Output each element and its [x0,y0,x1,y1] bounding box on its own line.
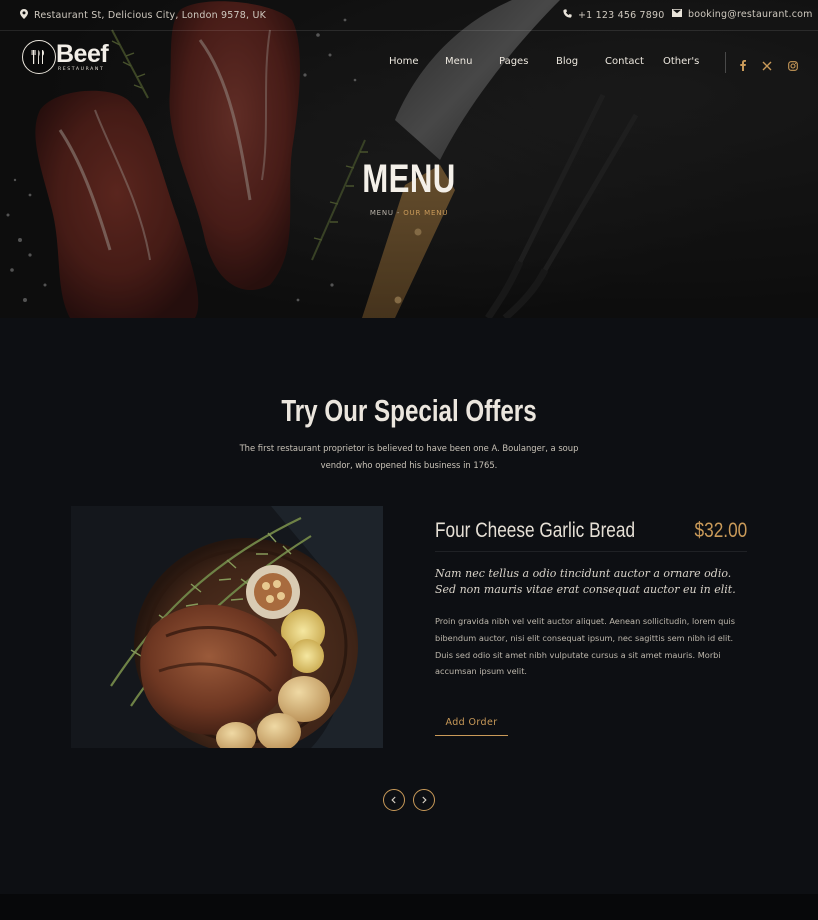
nav-pages[interactable]: Pages [499,56,528,67]
phone-info[interactable]: +1 123 456 7890 [563,9,665,21]
dish-image [71,506,383,748]
breadcrumb: MENU - OUR MENU [0,209,818,217]
hero-banner: Restaurant St, Delicious City, London 95… [0,0,818,318]
instagram-icon[interactable] [788,56,798,75]
nav-menu[interactable]: Menu [445,56,472,67]
nav-others[interactable]: Other's [663,56,699,67]
dish-price: $32.00 [694,519,747,542]
email-text: booking@restaurant.com [688,9,813,20]
dish-description: Proin gravida nibh vel velit auctor aliq… [435,616,736,677]
envelope-icon [672,9,682,20]
dish-quote: Nam nec tellus a odio tincidunt auctor a… [435,567,736,596]
phone-text: +1 123 456 7890 [578,9,665,21]
phone-icon [563,9,572,21]
cutlery-icon [22,40,56,74]
breadcrumb-item-menu[interactable]: MENU [370,209,394,217]
nav-contact[interactable]: Contact [605,56,644,67]
address-info: Restaurant St, Delicious City, London 95… [20,9,266,22]
x-icon[interactable] [762,56,772,75]
page-title: MENU [362,157,456,201]
footer-edge [0,894,818,920]
logo-name: Beef [56,40,109,68]
facebook-icon[interactable] [740,56,746,75]
nav-blog[interactable]: Blog [556,56,578,67]
section-title: Try Our Special Offers [281,393,537,428]
breadcrumb-item-current: OUR MENU [403,209,449,217]
top-info-bar: Restaurant St, Delicious City, London 95… [0,0,818,31]
carousel-next-button[interactable] [413,789,435,811]
site-logo[interactable]: Beef RESTAURANT [22,40,109,74]
dish-name: Four Cheese Garlic Bread [435,519,636,542]
nav-home[interactable]: Home [389,56,419,67]
chevron-left-icon [391,796,396,804]
section-subtitle: The first restaurant proprietor is belie… [239,443,579,470]
location-pin-icon [20,9,28,22]
email-info[interactable]: booking@restaurant.com [672,9,813,20]
dish-divider [435,551,747,552]
carousel-prev-button[interactable] [383,789,405,811]
nav-divider [725,52,726,73]
breadcrumb-separator: - [396,209,401,217]
logo-tagline: RESTAURANT [58,67,105,72]
main-navbar: Beef RESTAURANT Home Menu Pages Blog Con… [0,32,818,92]
chevron-right-icon [422,796,427,804]
add-order-button[interactable]: Add Order [435,716,508,736]
address-text: Restaurant St, Delicious City, London 95… [34,10,267,21]
